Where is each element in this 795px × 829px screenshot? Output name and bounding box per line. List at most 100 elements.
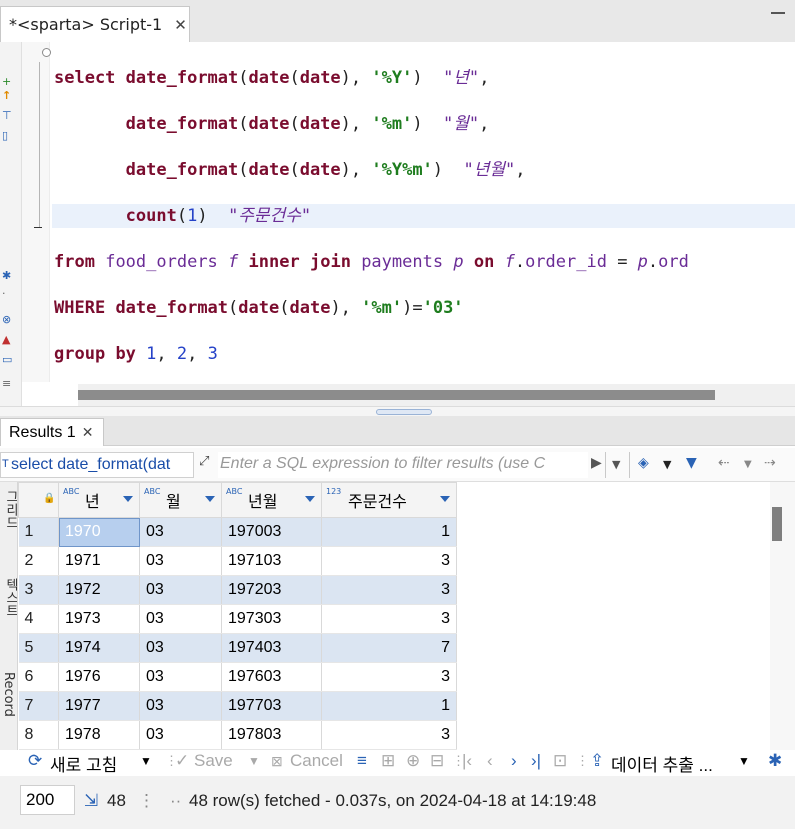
sort-icon[interactable] <box>305 496 315 502</box>
cell-month[interactable]: 03 <box>139 691 222 721</box>
side-tab-text[interactable]: 텍스트 <box>1 578 17 617</box>
splitter-handle-icon[interactable] <box>376 409 432 415</box>
fold-icon[interactable] <box>42 48 51 57</box>
grid-vertical-scrollbar[interactable] <box>770 482 795 750</box>
sql-code[interactable]: select date_format(date(date), '%Y') "년"… <box>54 44 689 382</box>
edit-rows-icon[interactable]: ≡ <box>357 751 367 771</box>
cell-month[interactable]: 03 <box>139 546 222 576</box>
chevron-down-icon[interactable]: ▼ <box>744 459 752 470</box>
cancel-button[interactable]: Cancel <box>290 751 343 771</box>
cell-year-month[interactable]: 197303 <box>221 604 322 634</box>
cell-year[interactable]: 1973 <box>58 604 140 634</box>
cell-order-count[interactable]: 3 <box>321 720 457 750</box>
editor-horizontal-scrollbar[interactable] <box>78 384 795 406</box>
format-icon[interactable]: ⊤ <box>2 110 12 122</box>
expand-icon[interactable]: ⤢ <box>199 454 209 469</box>
cell-year-month[interactable]: 197003 <box>221 517 322 547</box>
cell-month[interactable]: 03 <box>139 517 222 547</box>
cell-month[interactable]: 03 <box>139 604 222 634</box>
side-tab-grid[interactable]: 그리드 <box>1 490 17 529</box>
last-page-icon[interactable]: ›| <box>531 751 541 771</box>
cell-year-month[interactable]: 197603 <box>221 662 322 692</box>
table-row[interactable]: 6 1976 03 197603 3 <box>18 662 457 692</box>
copy-row-icon[interactable]: ⊕ <box>406 751 420 771</box>
cell-month[interactable]: 03 <box>139 662 222 692</box>
sort-icon[interactable] <box>123 496 133 502</box>
column-header-month[interactable]: ABC 월 <box>139 482 222 518</box>
row-number[interactable]: 4 <box>18 604 59 634</box>
side-tab-record[interactable]: Record <box>1 672 16 717</box>
cell-year[interactable]: 1976 <box>58 662 140 692</box>
chevron-down-icon[interactable]: ▼ <box>248 754 260 768</box>
refresh-icon[interactable]: ⟳ <box>28 751 42 771</box>
export-button[interactable]: 데이터 추출 ... <box>611 751 713 776</box>
refresh-button[interactable]: 새로 고침 <box>50 751 117 776</box>
cell-year[interactable]: 1974 <box>58 633 140 663</box>
gear-icon[interactable]: ✱ <box>768 751 782 771</box>
cell-order-count[interactable]: 3 <box>321 546 457 576</box>
column-header-year[interactable]: ABC 년 <box>58 482 140 518</box>
sql-editor[interactable]: select date_format(date(date), '%Y') "년"… <box>22 42 795 382</box>
table-row[interactable]: 5 1974 03 197403 7 <box>18 633 457 663</box>
forward-icon[interactable]: ⇢ <box>764 455 776 471</box>
save-button[interactable]: Save <box>194 751 233 771</box>
row-number[interactable]: 3 <box>18 575 59 605</box>
error-icon[interactable]: ▲ <box>2 334 10 346</box>
cell-order-count[interactable]: 7 <box>321 633 457 663</box>
cell-year[interactable]: 1978 <box>58 720 140 750</box>
scrollbar-thumb[interactable] <box>772 507 782 541</box>
script-icon[interactable]: ▯ <box>2 130 8 142</box>
row-number[interactable]: 2 <box>18 546 59 576</box>
sort-icon[interactable] <box>440 496 450 502</box>
cell-year[interactable]: 1977 <box>58 691 140 721</box>
filter-input[interactable]: Enter a SQL expression to filter results… <box>218 452 588 478</box>
prev-page-icon[interactable]: ‹ <box>487 751 493 771</box>
delete-row-icon[interactable]: ⊟ <box>430 751 444 771</box>
cell-order-count[interactable]: 1 <box>321 517 457 547</box>
link-icon[interactable]: ⊗ <box>2 314 11 326</box>
cell-order-count[interactable]: 1 <box>321 691 457 721</box>
editor-tab[interactable]: *<sparta> Script-1 ✕ <box>0 6 190 42</box>
list-icon[interactable]: ▭ <box>2 354 12 366</box>
cell-year[interactable]: 1971 <box>58 546 140 576</box>
settings-icon[interactable]: ✱ <box>2 270 11 282</box>
close-icon[interactable]: ✕ <box>82 425 94 441</box>
cell-order-count[interactable]: 3 <box>321 662 457 692</box>
eraser-icon[interactable]: ◈ <box>638 455 649 471</box>
table-row[interactable]: 1 1970 03 197003 1 <box>18 517 457 547</box>
table-row[interactable]: 4 1973 03 197303 3 <box>18 604 457 634</box>
column-header-order-count[interactable]: 123 주문건수 <box>321 482 457 518</box>
export-icon[interactable]: ⇪ <box>590 751 604 771</box>
cell-year[interactable]: 1972 <box>58 575 140 605</box>
row-number-header[interactable]: 🔒 <box>18 482 59 518</box>
fetch-size-input[interactable]: 200 <box>20 785 75 815</box>
row-number[interactable]: 7 <box>18 691 59 721</box>
query-preview[interactable]: T select date_format(dat <box>0 452 194 478</box>
table-row[interactable]: 8 1978 03 197803 3 <box>18 720 457 750</box>
table-row[interactable]: 2 1971 03 197103 3 <box>18 546 457 576</box>
cell-year[interactable]: 1970 <box>58 517 140 547</box>
fetch-all-icon[interactable]: ⊡ <box>553 751 567 771</box>
cell-order-count[interactable]: 3 <box>321 575 457 605</box>
chevron-down-icon[interactable]: ▼ <box>738 754 750 768</box>
cell-year-month[interactable]: 197203 <box>221 575 322 605</box>
panel-splitter[interactable] <box>0 406 795 416</box>
lines-icon[interactable]: ≡ <box>2 378 11 390</box>
cell-month[interactable]: 03 <box>139 720 222 750</box>
execute-icon[interactable]: ↑ <box>2 90 11 102</box>
minimize-icon[interactable] <box>771 12 785 14</box>
next-page-icon[interactable]: › <box>511 751 517 771</box>
plus-icon[interactable]: + <box>2 76 11 88</box>
play-icon[interactable]: ▶ <box>591 455 602 471</box>
results-grid[interactable]: 🔒 ABC 년 ABC 월 ABC 년월 123 주문건수 1 1970 03 1970… <box>18 482 770 750</box>
row-number[interactable]: 5 <box>18 633 59 663</box>
chevron-down-icon[interactable]: ▼ <box>663 458 671 471</box>
cell-year-month[interactable]: 197703 <box>221 691 322 721</box>
first-page-icon[interactable]: |‹ <box>462 751 472 771</box>
cell-order-count[interactable]: 3 <box>321 604 457 634</box>
chevron-down-icon[interactable]: ▼ <box>612 458 620 471</box>
table-row[interactable]: 7 1977 03 197703 1 <box>18 691 457 721</box>
close-icon[interactable]: ✕ <box>174 16 187 34</box>
column-header-year-month[interactable]: ABC 년월 <box>221 482 322 518</box>
cell-year-month[interactable]: 197103 <box>221 546 322 576</box>
